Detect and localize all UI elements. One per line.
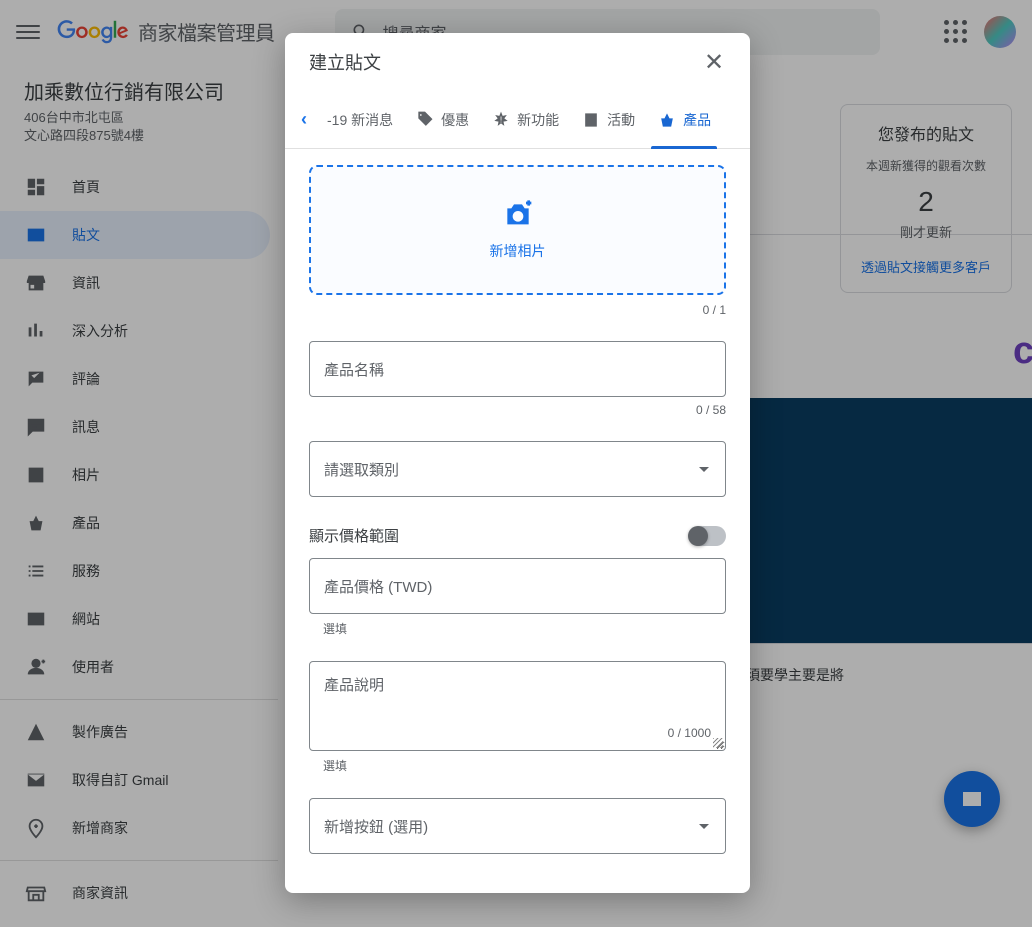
tab-label: 活動 — [607, 110, 635, 130]
camera-add-icon — [502, 199, 534, 231]
category-select[interactable]: 請選取類別 — [309, 441, 726, 497]
tab-new[interactable]: ! 新功能 — [485, 91, 565, 148]
price-helper: 選填 — [309, 620, 726, 637]
modal-title: 建立貼文 — [309, 49, 381, 75]
chevron-left-icon[interactable]: ‹ — [297, 105, 311, 134]
modal-header: 建立貼文 ✕ — [285, 33, 750, 91]
product-name-counter: 0 / 58 — [309, 403, 726, 417]
tab-product[interactable]: 產品 — [651, 91, 717, 148]
price-input[interactable]: 產品價格 (TWD) — [309, 558, 726, 614]
tab-label: 新功能 — [517, 110, 559, 130]
tab-news[interactable]: -19 新消息 — [321, 91, 399, 148]
upload-counter: 0 / 1 — [309, 303, 726, 317]
tab-label: 產品 — [683, 110, 711, 130]
tab-label: 優惠 — [441, 110, 469, 130]
calendar-icon — [581, 110, 601, 130]
product-name-input[interactable]: 產品名稱 — [309, 341, 726, 397]
tag-icon — [415, 110, 435, 130]
modal-body[interactable]: 新增相片 0 / 1 產品名稱 0 / 58 請選取類別 顯示價格範圍 產品價格… — [285, 149, 750, 893]
tab-label: -19 新消息 — [327, 110, 393, 130]
upload-label: 新增相片 — [490, 241, 546, 261]
svg-text:!: ! — [500, 114, 502, 124]
burst-icon: ! — [491, 110, 511, 130]
description-textarea[interactable]: 產品說明 0 / 1000 — [309, 661, 726, 751]
price-range-toggle[interactable] — [690, 526, 726, 546]
close-icon[interactable]: ✕ — [694, 42, 734, 82]
tab-event[interactable]: 活動 — [575, 91, 641, 148]
basket-icon — [657, 110, 677, 130]
desc-helper: 選填 — [309, 757, 726, 774]
price-range-label: 顯示價格範圍 — [309, 525, 399, 546]
description-counter: 0 / 1000 — [668, 726, 711, 740]
add-button-select[interactable]: 新增按鈕 (選用) — [309, 798, 726, 854]
create-post-modal: 建立貼文 ✕ ‹ -19 新消息 優惠 ! 新功能 活動 產品 新增相片 0 /… — [285, 33, 750, 893]
tab-offer[interactable]: 優惠 — [409, 91, 475, 148]
modal-tabs: ‹ -19 新消息 優惠 ! 新功能 活動 產品 — [285, 91, 750, 149]
photo-upload-zone[interactable]: 新增相片 — [309, 165, 726, 295]
